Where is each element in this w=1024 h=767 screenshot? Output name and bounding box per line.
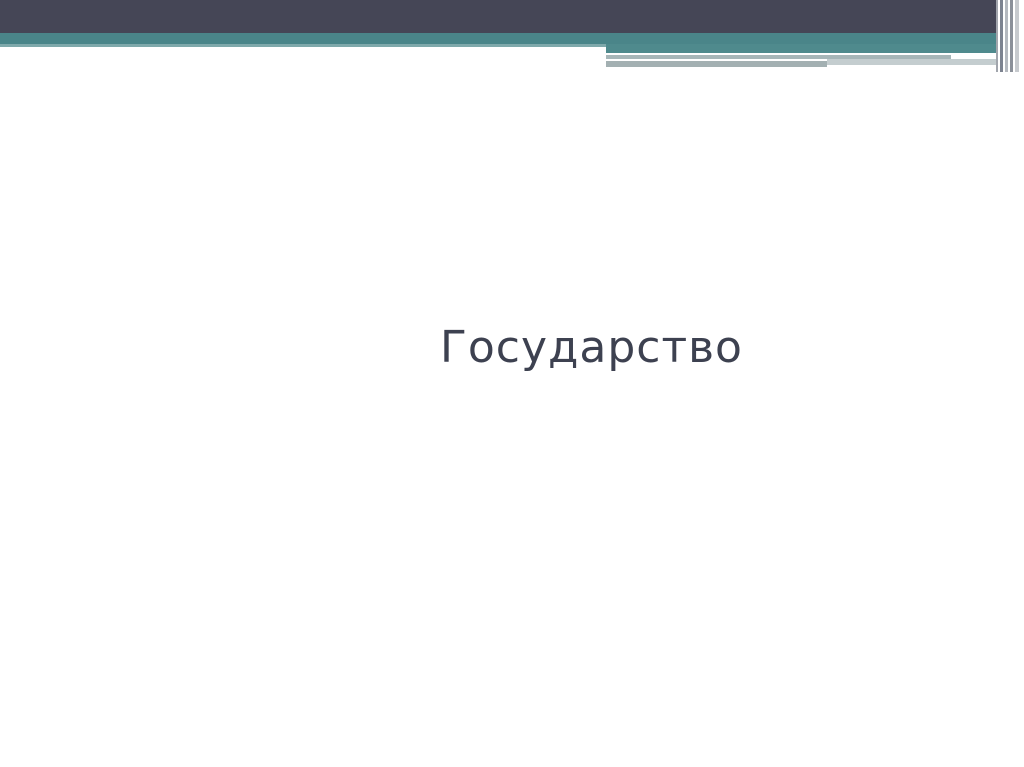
- right-edge-vertical-stripes: [996, 0, 1024, 72]
- header-light-teal-stripe: [0, 44, 606, 47]
- header-right-gray-stripe-lower: [606, 61, 827, 67]
- header-teal-bar: [0, 33, 1024, 44]
- slide: Государство: [0, 0, 1024, 767]
- header-dark-bar: [0, 0, 1024, 33]
- header-right-teal-stripe: [606, 44, 1024, 53]
- header-right-light-gray-stripe: [827, 59, 997, 65]
- slide-title: Государство: [440, 322, 743, 373]
